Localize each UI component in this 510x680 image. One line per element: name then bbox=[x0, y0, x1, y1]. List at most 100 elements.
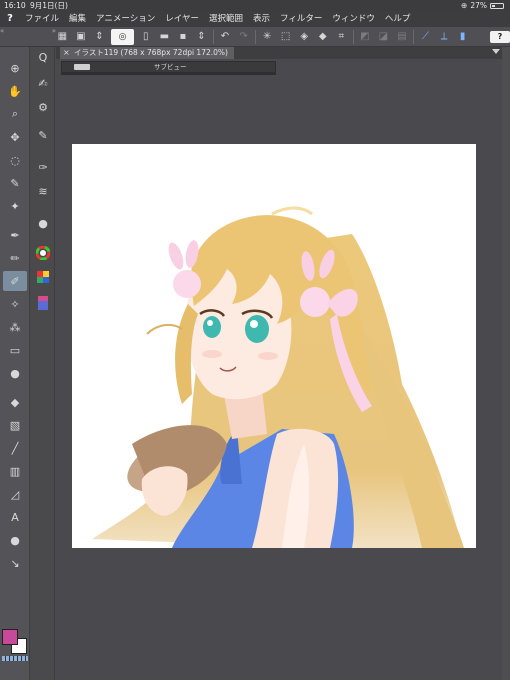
color-mode-strip[interactable] bbox=[2, 656, 28, 661]
help-icon[interactable]: ? bbox=[489, 30, 510, 43]
brush-icon[interactable]: ✐ bbox=[3, 271, 27, 291]
menu-bar: ? ファイル 編集 アニメーション レイヤー 選択範囲 表示 フィルター ウィン… bbox=[0, 11, 510, 27]
selection-display-icon[interactable]: ▤ bbox=[395, 29, 410, 45]
fill-tool-icon[interactable]: ◆ bbox=[3, 392, 27, 412]
balloon-icon[interactable]: ● bbox=[3, 530, 27, 550]
command-bar: ▦ ▣ ⇕ ◎ ▯ ▬ ▪ ⇕ ↶ ↷ ✳ ⬚ ◈ ◆ ⌗ ◩ ◪ ▤ ⟋ ⟂ … bbox=[0, 27, 510, 47]
snap-special-ruler-icon[interactable]: ⟂ bbox=[437, 29, 452, 45]
search-layer-icon[interactable]: ● bbox=[33, 213, 53, 233]
eraser-icon[interactable]: ▭ bbox=[3, 340, 27, 360]
illustration bbox=[92, 206, 464, 548]
battery-icon bbox=[490, 2, 504, 9]
menu-file[interactable]: ファイル bbox=[20, 11, 64, 27]
navigator-icon[interactable]: Q bbox=[33, 47, 53, 67]
status-bar: 16:10 9月1日(日) ⊕ 27% bbox=[0, 0, 510, 11]
hand-icon[interactable]: ✋ bbox=[3, 81, 27, 101]
document-tab-title: イラスト119 (768 x 768px 72dpi 172.0%) bbox=[74, 48, 228, 57]
menu-filter[interactable]: フィルター bbox=[275, 11, 327, 27]
airbrush-icon[interactable]: ✧ bbox=[3, 294, 27, 314]
intermediate-color-graphic bbox=[38, 296, 48, 310]
magnifier-icon[interactable]: ⌕ bbox=[3, 104, 27, 124]
frame-icon[interactable]: ▥ bbox=[3, 461, 27, 481]
camera-icon[interactable]: ▣ bbox=[74, 29, 89, 45]
invert-selection-icon[interactable]: ◪ bbox=[376, 29, 391, 45]
undo-icon[interactable]: ↶ bbox=[218, 29, 233, 45]
palette-dock: Q ✍ ⚙ ✎ ✑ ≋ ● bbox=[30, 47, 55, 680]
layer-property-icon[interactable]: ✍ bbox=[33, 73, 53, 93]
layer-icon[interactable]: ≋ bbox=[33, 181, 53, 201]
clear-icon[interactable]: ◈ bbox=[297, 29, 312, 45]
menu-layer[interactable]: レイヤー bbox=[160, 11, 204, 27]
app-logo-icon[interactable]: ? bbox=[0, 11, 20, 27]
separator bbox=[352, 29, 354, 44]
open-icon[interactable]: ▬ bbox=[157, 29, 172, 45]
gradient-icon[interactable]: ▧ bbox=[3, 415, 27, 435]
pen-icon[interactable]: ✒ bbox=[3, 225, 27, 245]
redo-icon[interactable]: ↷ bbox=[236, 29, 251, 45]
menu-animation[interactable]: アニメーション bbox=[91, 11, 160, 27]
new-icon[interactable]: ▯ bbox=[138, 29, 153, 45]
arrows-updown2-icon[interactable]: ⇕ bbox=[194, 29, 209, 45]
sub-tool-detail-icon[interactable]: ✎ bbox=[33, 125, 53, 145]
decoration-icon[interactable]: ⁂ bbox=[3, 317, 27, 337]
menu-help[interactable]: ヘルプ bbox=[380, 11, 416, 27]
status-right: ⊕ 27% bbox=[461, 0, 504, 11]
intermediate-color-icon[interactable] bbox=[33, 293, 53, 313]
collapse-left-icon[interactable]: « bbox=[0, 27, 4, 35]
tool-property-icon[interactable]: ⚙ bbox=[33, 97, 53, 117]
loading-icon[interactable]: ✳ bbox=[260, 29, 275, 45]
tool-palette: ⊕ ✋ ⌕ ✥ ◌ ✎ ✦ ✒ ✏ ✐ ✧ ⁂ ▭ ● ◆ ▧ ╱ ▥ ◿ A … bbox=[0, 47, 30, 680]
text-icon[interactable]: A bbox=[3, 507, 27, 527]
tab-menu-icon[interactable] bbox=[492, 49, 500, 54]
right-dock-edge bbox=[502, 47, 510, 680]
subview-palette[interactable]: サブビュー bbox=[61, 61, 276, 73]
subview-body bbox=[61, 73, 276, 75]
pencil-icon[interactable]: ✏ bbox=[3, 248, 27, 268]
app-window: 16:10 9月1日(日) ⊕ 27% ? ファイル 編集 アニメーション レイ… bbox=[0, 0, 510, 680]
menu-selection[interactable]: 選択範囲 bbox=[204, 11, 248, 27]
menu-edit[interactable]: 編集 bbox=[64, 11, 91, 27]
crop-icon[interactable]: ⌗ bbox=[334, 29, 349, 45]
menu-view[interactable]: 表示 bbox=[248, 11, 275, 27]
canvas[interactable] bbox=[72, 144, 476, 548]
status-time: 16:10 bbox=[4, 1, 26, 10]
separator bbox=[413, 29, 415, 44]
battery-percent: 27% bbox=[470, 1, 487, 10]
ruler-icon[interactable]: ◿ bbox=[3, 484, 27, 504]
palette-buttons-icon[interactable] bbox=[74, 64, 90, 70]
separator bbox=[212, 29, 214, 44]
fill-icon[interactable]: ◆ bbox=[315, 29, 330, 45]
color-wheel-graphic bbox=[36, 246, 50, 260]
color-swatches[interactable] bbox=[2, 629, 28, 661]
quick-access-icon[interactable]: ◎ bbox=[110, 28, 135, 45]
main-color[interactable] bbox=[2, 629, 18, 645]
document-tab-bar: × イラスト119 (768 x 768px 72dpi 172.0%) bbox=[56, 47, 502, 59]
palette-collapse-strip[interactable]: « » bbox=[0, 27, 56, 35]
zoom-icon[interactable]: ⊕ bbox=[3, 58, 27, 78]
menu-window[interactable]: ウィンドウ bbox=[327, 11, 380, 27]
deselect-icon[interactable]: ◩ bbox=[358, 29, 373, 45]
snap-ruler-icon[interactable]: ⟋ bbox=[418, 29, 433, 45]
grid-menu-icon[interactable]: ▦ bbox=[55, 29, 70, 45]
close-icon[interactable]: × bbox=[63, 47, 70, 59]
snap-grid-icon[interactable]: ▮ bbox=[455, 29, 470, 45]
eyedropper-icon[interactable]: ✎ bbox=[3, 173, 27, 193]
brush-size-icon[interactable]: ✑ bbox=[33, 157, 53, 177]
color-set-graphic bbox=[37, 271, 49, 283]
blend-icon[interactable]: ● bbox=[3, 363, 27, 383]
correct-line-icon[interactable]: ↘ bbox=[3, 553, 27, 573]
document-tab[interactable]: × イラスト119 (768 x 768px 72dpi 172.0%) bbox=[60, 47, 234, 59]
auto-select-icon[interactable]: ✦ bbox=[3, 196, 27, 216]
save-icon[interactable]: ▪ bbox=[176, 29, 191, 45]
arrows-updown-icon[interactable]: ⇕ bbox=[92, 29, 107, 45]
move-icon[interactable]: ✥ bbox=[3, 127, 27, 147]
color-set-icon[interactable] bbox=[33, 267, 53, 287]
subview-title: サブビュー bbox=[154, 63, 187, 71]
orientation-lock-icon: ⊕ bbox=[461, 1, 468, 10]
color-wheel-icon[interactable] bbox=[33, 243, 53, 263]
lasso-icon[interactable]: ◌ bbox=[3, 150, 27, 170]
separator bbox=[254, 29, 256, 44]
transform-icon[interactable]: ⬚ bbox=[278, 29, 293, 45]
collapse-right-icon[interactable]: » bbox=[52, 27, 56, 35]
figure-icon[interactable]: ╱ bbox=[3, 438, 27, 458]
